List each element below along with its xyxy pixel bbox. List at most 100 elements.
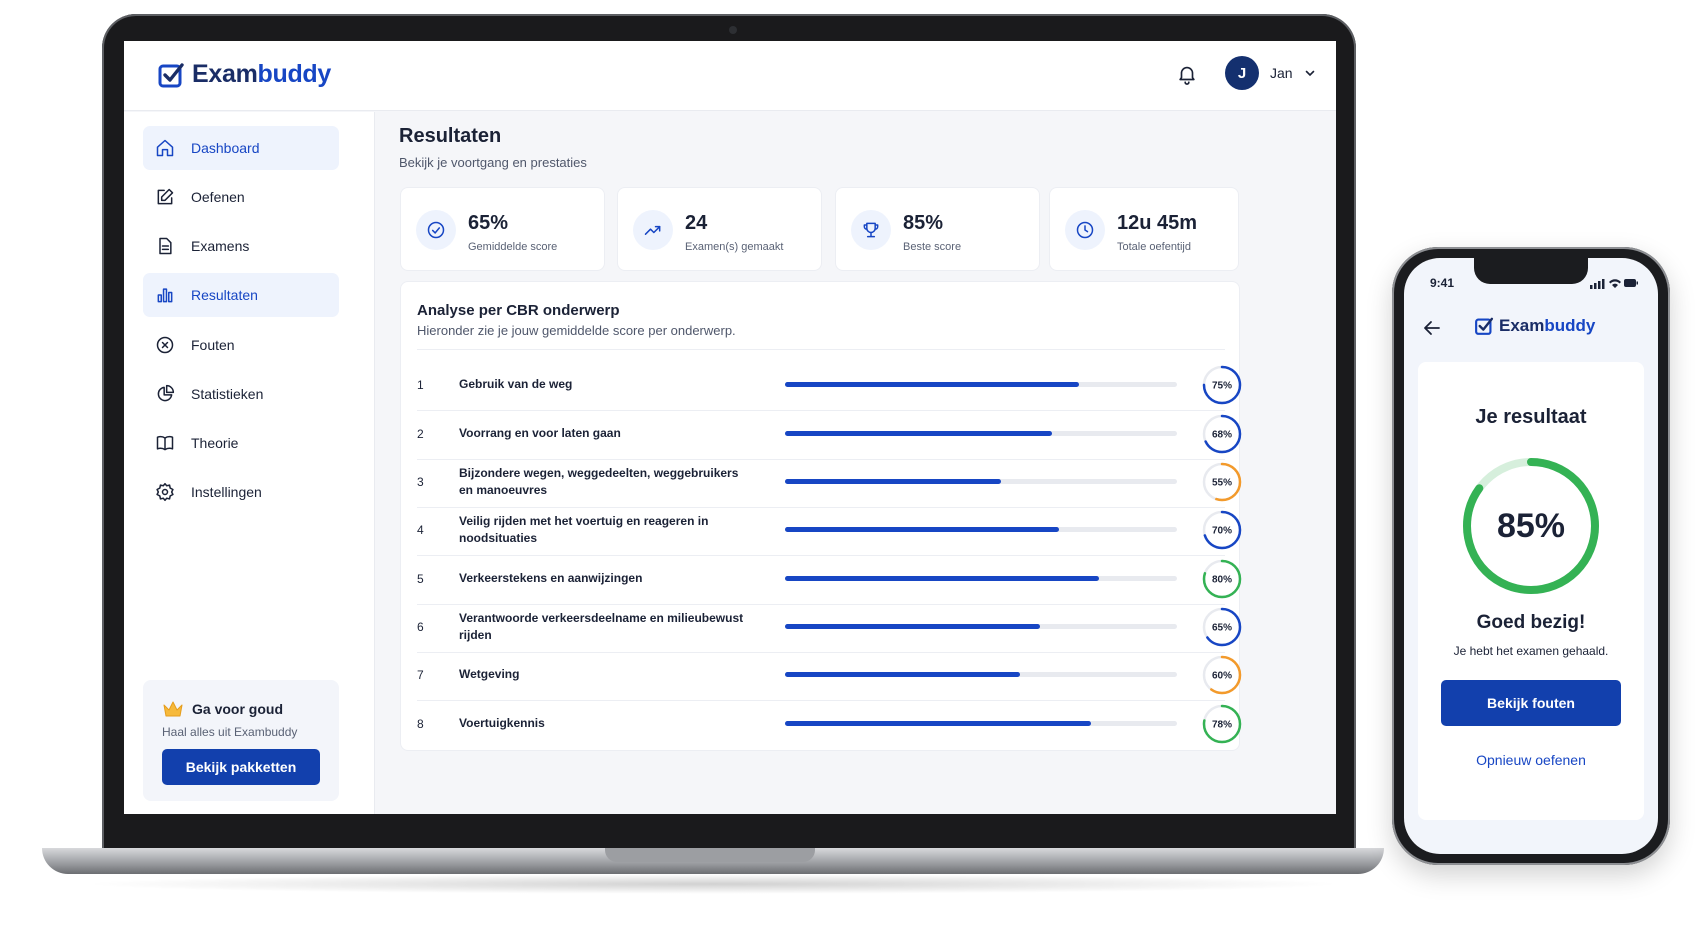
avatar[interactable]: J bbox=[1225, 56, 1259, 90]
stat-label: Gemiddelde score bbox=[468, 241, 558, 253]
phone-notch bbox=[1474, 258, 1588, 284]
topic-progress-track bbox=[785, 527, 1177, 532]
bell-icon[interactable] bbox=[1176, 63, 1198, 85]
clock-icon bbox=[1076, 221, 1094, 239]
topic-row[interactable]: 8 Voertuigkennis 78% bbox=[417, 697, 1242, 750]
topic-score-ring: 75% bbox=[1202, 365, 1242, 405]
topic-analysis-panel: Analyse per CBR onderwerp Hieronder zie … bbox=[400, 281, 1242, 751]
topic-name: Voorrang en voor laten gaan bbox=[459, 426, 621, 440]
topic-score-ring: 70% bbox=[1202, 510, 1242, 550]
stat-label: Totale oefentijd bbox=[1117, 241, 1191, 253]
topic-name: Bijzondere wegen, weggedeelten, weggebru… bbox=[459, 465, 739, 497]
stat-label: Examen(s) gemaakt bbox=[685, 241, 784, 253]
topic-score-ring: 68% bbox=[1202, 414, 1242, 454]
stat-card-average-score: 65% Gemiddelde score bbox=[400, 187, 605, 271]
trend-up-icon bbox=[644, 225, 661, 235]
sidebar-item-examens[interactable]: Examens bbox=[143, 224, 339, 268]
device-mockup-stage: Exambuddy J Jan Dashboard Oefenen Examen… bbox=[0, 0, 1697, 927]
stat-icon-wrap bbox=[1065, 210, 1105, 250]
sidebar-item-theorie[interactable]: Theorie bbox=[143, 421, 339, 465]
pie-chart-icon bbox=[157, 384, 175, 402]
topic-progress-fill bbox=[785, 382, 1079, 387]
promo-title: Ga voor goud bbox=[162, 700, 283, 718]
divider bbox=[417, 349, 1225, 350]
topic-row[interactable]: 4 Veilig rijden met het voertuig en reage… bbox=[417, 503, 1242, 556]
sidebar-item-fouten[interactable]: Fouten bbox=[143, 323, 339, 367]
laptop-shadow bbox=[80, 874, 1346, 894]
upgrade-promo-card: Ga voor goud Haal alles uit Exambuddy Be… bbox=[143, 680, 339, 801]
score-value: 85% bbox=[1496, 506, 1566, 545]
stat-card-total-time: 12u 45m Totale oefentijd bbox=[1049, 187, 1239, 271]
sidebar-item-oefenen[interactable]: Oefenen bbox=[143, 175, 339, 219]
topic-row[interactable]: 1 Gebruik van de weg 75% bbox=[417, 358, 1242, 411]
view-packages-button[interactable]: Bekijk pakketten bbox=[162, 749, 320, 785]
topic-row[interactable]: 3 Bijzondere wegen, weggedeelten, weggebr… bbox=[417, 455, 1242, 508]
topic-number: 8 bbox=[417, 716, 424, 731]
topic-name: Gebruik van de weg bbox=[459, 377, 573, 391]
sidebar-item-dashboard[interactable]: Dashboard bbox=[143, 126, 339, 170]
view-mistakes-button[interactable]: Bekijk fouten bbox=[1441, 680, 1621, 726]
topic-score-label: 68% bbox=[1212, 430, 1232, 441]
topic-row[interactable]: 5 Verkeerstekens en aanwijzingen 80% bbox=[417, 552, 1242, 605]
sidebar-item-label: Statistieken bbox=[191, 386, 264, 402]
topic-row[interactable]: 2 Voorrang en voor laten gaan 68% bbox=[417, 407, 1242, 460]
topic-name: Verantwoorde verkeersdeelname en milieub… bbox=[459, 610, 744, 642]
stat-icon-wrap bbox=[851, 210, 891, 250]
sidebar-item-label: Theorie bbox=[191, 435, 239, 451]
trophy-icon bbox=[863, 222, 879, 238]
stat-card-exams-taken: 24 Examen(s) gemaakt bbox=[617, 187, 822, 271]
status-icons bbox=[1590, 279, 1638, 289]
topic-name: Wetgeving bbox=[459, 667, 520, 681]
topic-number: 5 bbox=[417, 571, 424, 586]
topic-progress-fill bbox=[785, 431, 1052, 436]
topic-progress-track bbox=[785, 624, 1177, 629]
app-logo[interactable]: Exambuddy bbox=[157, 60, 331, 89]
topic-score-label: 70% bbox=[1212, 526, 1232, 537]
page-title: Resultaten bbox=[399, 125, 502, 147]
crown-icon bbox=[163, 701, 183, 717]
bar-chart-icon bbox=[157, 288, 173, 303]
laptop-camera bbox=[729, 26, 737, 34]
promo-subtitle: Haal alles uit Exambuddy bbox=[162, 725, 298, 739]
topic-progress-track bbox=[785, 672, 1177, 677]
result-title: Je resultaat bbox=[1475, 406, 1587, 428]
topic-row[interactable]: 6 Verantwoorde verkeersdeelname en milieu… bbox=[417, 600, 1242, 653]
stat-value: 85% bbox=[903, 212, 944, 234]
user-name[interactable]: Jan bbox=[1270, 65, 1293, 81]
stat-icon-wrap bbox=[633, 210, 673, 250]
topic-score-label: 75% bbox=[1212, 381, 1232, 392]
brand-name: Exambuddy bbox=[192, 60, 332, 88]
topic-progress-track bbox=[785, 721, 1177, 726]
topic-number: 4 bbox=[417, 522, 424, 537]
laptop-screen: Exambuddy J Jan Dashboard Oefenen Examen… bbox=[124, 41, 1336, 814]
practice-again-link[interactable]: Opnieuw oefenen bbox=[1418, 752, 1644, 768]
result-card: Je resultaat 85% Goed bezig! Je hebt het… bbox=[1418, 362, 1644, 820]
arrow-left-icon[interactable] bbox=[1422, 318, 1442, 338]
sidebar-item-instellingen[interactable]: Instellingen bbox=[143, 470, 339, 514]
topic-progress-track bbox=[785, 576, 1177, 581]
sidebar-item-resultaten[interactable]: Resultaten bbox=[143, 273, 339, 317]
topic-score-ring: 60% bbox=[1202, 655, 1242, 695]
topic-progress-fill bbox=[785, 527, 1060, 532]
topic-score-label: 80% bbox=[1212, 575, 1232, 586]
status-time: 9:41 bbox=[1430, 276, 1455, 290]
result-message: Goed bezig! bbox=[1476, 612, 1586, 633]
topic-score-ring: 78% bbox=[1202, 704, 1242, 744]
topic-progress-track bbox=[785, 382, 1177, 387]
sidebar-item-label: Instellingen bbox=[191, 484, 262, 500]
top-bar: Exambuddy J Jan bbox=[124, 41, 1336, 111]
document-icon bbox=[159, 237, 172, 255]
topic-progress-track bbox=[785, 431, 1177, 436]
home-icon bbox=[156, 139, 174, 157]
result-message-sub: Je hebt het examen gehaald. bbox=[1453, 644, 1609, 658]
sidebar-item-label: Resultaten bbox=[191, 287, 258, 303]
topic-row[interactable]: 7 Wetgeving 60% bbox=[417, 648, 1242, 701]
topic-progress-fill bbox=[785, 721, 1091, 726]
stat-icon-wrap bbox=[416, 210, 456, 250]
topic-number: 1 bbox=[417, 377, 424, 392]
sidebar-item-statistieken[interactable]: Statistieken bbox=[143, 372, 339, 416]
stat-label: Beste score bbox=[903, 241, 962, 253]
chevron-down-icon[interactable] bbox=[1304, 67, 1316, 79]
brand-name: Exambuddy bbox=[1499, 316, 1596, 335]
topic-progress-fill bbox=[785, 576, 1099, 581]
